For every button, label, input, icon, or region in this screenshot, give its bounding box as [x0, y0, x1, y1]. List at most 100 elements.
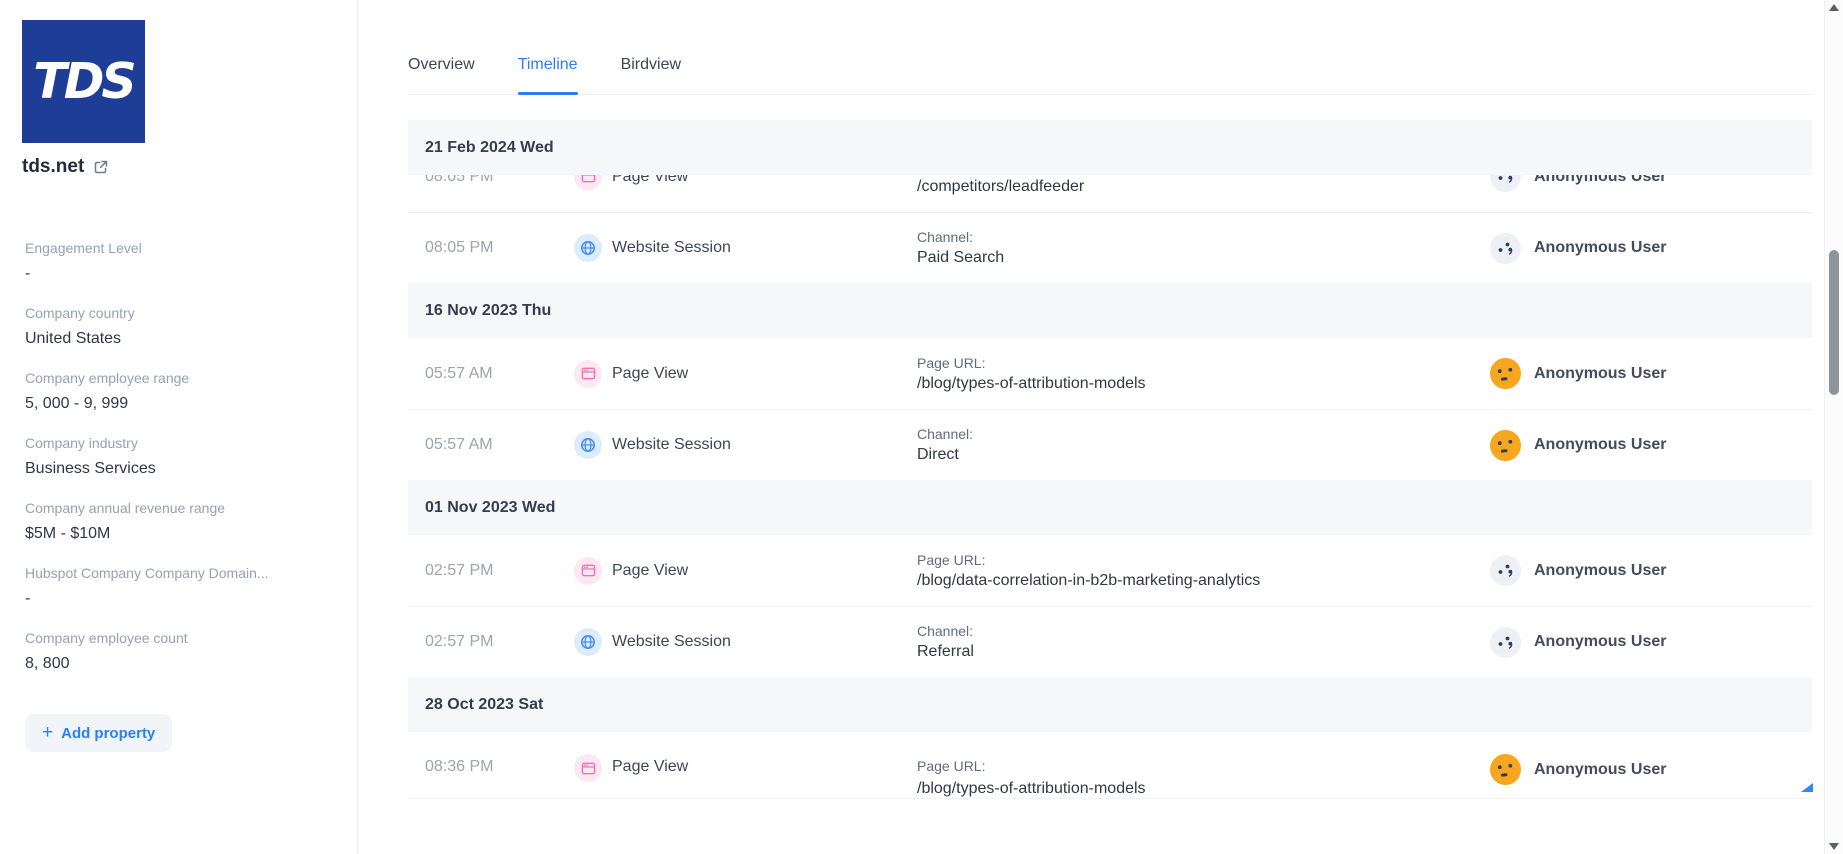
event-time: 02:57 PM	[425, 561, 494, 579]
property-label: Company industry	[25, 435, 138, 451]
channel-value: Referral	[917, 643, 974, 660]
event-type: Website Session	[612, 239, 731, 256]
event-time: 08:36 PM	[425, 758, 494, 775]
property-value: $5M - $10M	[25, 525, 111, 542]
property-label: Company annual revenue range	[25, 500, 226, 516]
timeline-group: 28 Oct 2023 Sat 08:36 PM Page View Page …	[408, 677, 1812, 798]
event-time: 05:57 AM	[425, 364, 493, 382]
company-logo: TDS	[22, 20, 145, 143]
page-url: /blog/types-of-attribution-models	[917, 374, 1146, 392]
user-name: Anonymous User	[1534, 175, 1667, 185]
date-header: 16 Nov 2023 Thu	[408, 283, 1812, 338]
user-name: Anonymous User	[1534, 364, 1667, 382]
panel-corner-triangle	[1801, 783, 1813, 792]
tab-overview[interactable]: Overview	[408, 46, 475, 94]
property-company-country: Company country United States	[25, 305, 335, 349]
user-name: Anonymous User	[1534, 239, 1667, 256]
date-header: 01 Nov 2023 Wed	[408, 480, 1812, 535]
company-sidebar: TDS tds.net Engagement Level - Company c…	[0, 0, 358, 854]
event-time: 08:05 PM	[425, 239, 494, 256]
property-revenue-range: Company annual revenue range $5M - $10M	[25, 500, 335, 544]
company-domain[interactable]: tds.net	[22, 156, 84, 178]
event-row[interactable]: 02:57 PM Page View Page URL: /blog/data-…	[408, 535, 1812, 606]
property-industry: Company industry Business Services	[25, 435, 335, 479]
event-type: Page View	[612, 758, 689, 775]
plus-icon: +	[42, 721, 54, 743]
timeline-group: 16 Nov 2023 Thu 05:57 AM Page View Page …	[408, 283, 1812, 480]
page-url: /blog/data-correlation-in-b2b-marketing-…	[917, 571, 1261, 589]
property-value: Business Services	[25, 460, 156, 477]
property-employee-range: Company employee range 5, 000 - 9, 999	[25, 370, 335, 414]
anonymous-dots-avatar	[1489, 175, 1522, 193]
property-label: Company employee range	[25, 370, 190, 386]
company-domain-row[interactable]: tds.net	[22, 156, 109, 178]
property-value: United States	[25, 330, 122, 347]
property-engagement-level: Engagement Level -	[25, 240, 335, 284]
timeline-group: 01 Nov 2023 Wed 02:57 PM Page View Page …	[408, 480, 1812, 677]
page-view-icon	[574, 556, 602, 585]
tab-birdview[interactable]: Birdview	[621, 46, 681, 94]
property-value: -	[25, 265, 31, 282]
external-link-icon[interactable]	[93, 159, 109, 175]
add-property-label: Add property	[61, 724, 156, 742]
property-value: -	[25, 590, 31, 607]
page-url: /blog/types-of-attribution-models	[917, 780, 1146, 797]
channel-value: Paid Search	[917, 249, 1005, 266]
scrollbar-up-arrow-icon[interactable]	[1829, 4, 1839, 11]
event-row[interactable]: 08:36 PM Page View Page URL: /blog/types…	[408, 732, 1812, 798]
detail-label: Page URL:	[917, 551, 986, 568]
globe-icon	[574, 628, 602, 656]
tab-timeline[interactable]: Timeline	[517, 46, 578, 95]
detail-label: Page URL:	[917, 758, 986, 774]
channel-value: Direct	[917, 446, 959, 463]
event-row[interactable]: 05:57 AM Website Session Channel: Direct…	[408, 409, 1812, 480]
company-properties: Engagement Level - Company country Unite…	[25, 240, 335, 695]
detail-label: Channel:	[917, 426, 974, 442]
user-name: Anonymous User	[1534, 436, 1667, 453]
event-row[interactable]: 05:57 AM Page View Page URL: /blog/types…	[408, 338, 1812, 409]
detail-label: Page URL:	[917, 354, 986, 371]
event-row[interactable]: 02:57 PM Website Session Channel: Referr…	[408, 606, 1812, 677]
page-view-icon	[574, 754, 602, 782]
event-type: Website Session	[612, 633, 731, 650]
page-view-icon	[574, 175, 602, 191]
timeline-group: 21 Feb 2024 Wed 08:05 PM Page View Page …	[408, 120, 1812, 283]
user-name: Anonymous User	[1534, 561, 1667, 579]
scrollbar-down-arrow-icon[interactable]	[1829, 843, 1839, 850]
event-row-clipped[interactable]: 08:05 PM Page View Page URL: /competitor…	[408, 175, 1812, 212]
timeline-panel: 21 Feb 2024 Wed 08:05 PM Page View Page …	[408, 120, 1812, 799]
event-time: 02:57 PM	[425, 633, 494, 650]
event-type: Page View	[612, 175, 689, 185]
property-hubspot-domain: Hubspot Company Company Domain... -	[25, 565, 335, 609]
detail-label: Channel:	[917, 623, 974, 639]
add-property-button[interactable]: + Add property	[25, 714, 173, 752]
property-value: 5, 000 - 9, 999	[25, 395, 129, 412]
anonymous-dots-avatar	[1489, 625, 1522, 659]
event-type: Page View	[612, 364, 689, 382]
event-type: Website Session	[612, 436, 731, 453]
property-employee-count: Company employee count 8, 800	[25, 630, 335, 674]
event-type: Page View	[612, 561, 689, 579]
anonymous-orange-avatar	[1490, 429, 1521, 461]
event-time: 05:57 AM	[425, 436, 493, 453]
anonymous-dots-avatar	[1489, 554, 1522, 587]
event-row[interactable]: 08:05 PM Website Session Channel: Paid S…	[408, 212, 1812, 283]
scrollbar-thumb[interactable]	[1829, 250, 1839, 395]
property-label: Company country	[25, 305, 135, 321]
globe-icon	[574, 234, 602, 262]
property-label: Company employee count	[25, 630, 188, 646]
anonymous-dots-avatar	[1489, 231, 1522, 265]
page-scrollbar[interactable]	[1824, 0, 1843, 854]
page-url: /competitors/leadfeeder	[917, 177, 1085, 195]
property-value: 8, 800	[25, 655, 70, 672]
page-view-icon	[574, 359, 602, 388]
event-time: 08:05 PM	[425, 175, 494, 185]
date-header: 21 Feb 2024 Wed	[408, 120, 1812, 175]
user-name: Anonymous User	[1534, 760, 1667, 778]
property-label: Hubspot Company Company Domain...	[25, 565, 269, 581]
date-header: 28 Oct 2023 Sat	[408, 677, 1812, 732]
detail-label: Channel:	[917, 229, 974, 245]
globe-icon	[574, 431, 602, 459]
property-label: Engagement Level	[25, 240, 142, 256]
anonymous-orange-avatar	[1490, 754, 1521, 785]
